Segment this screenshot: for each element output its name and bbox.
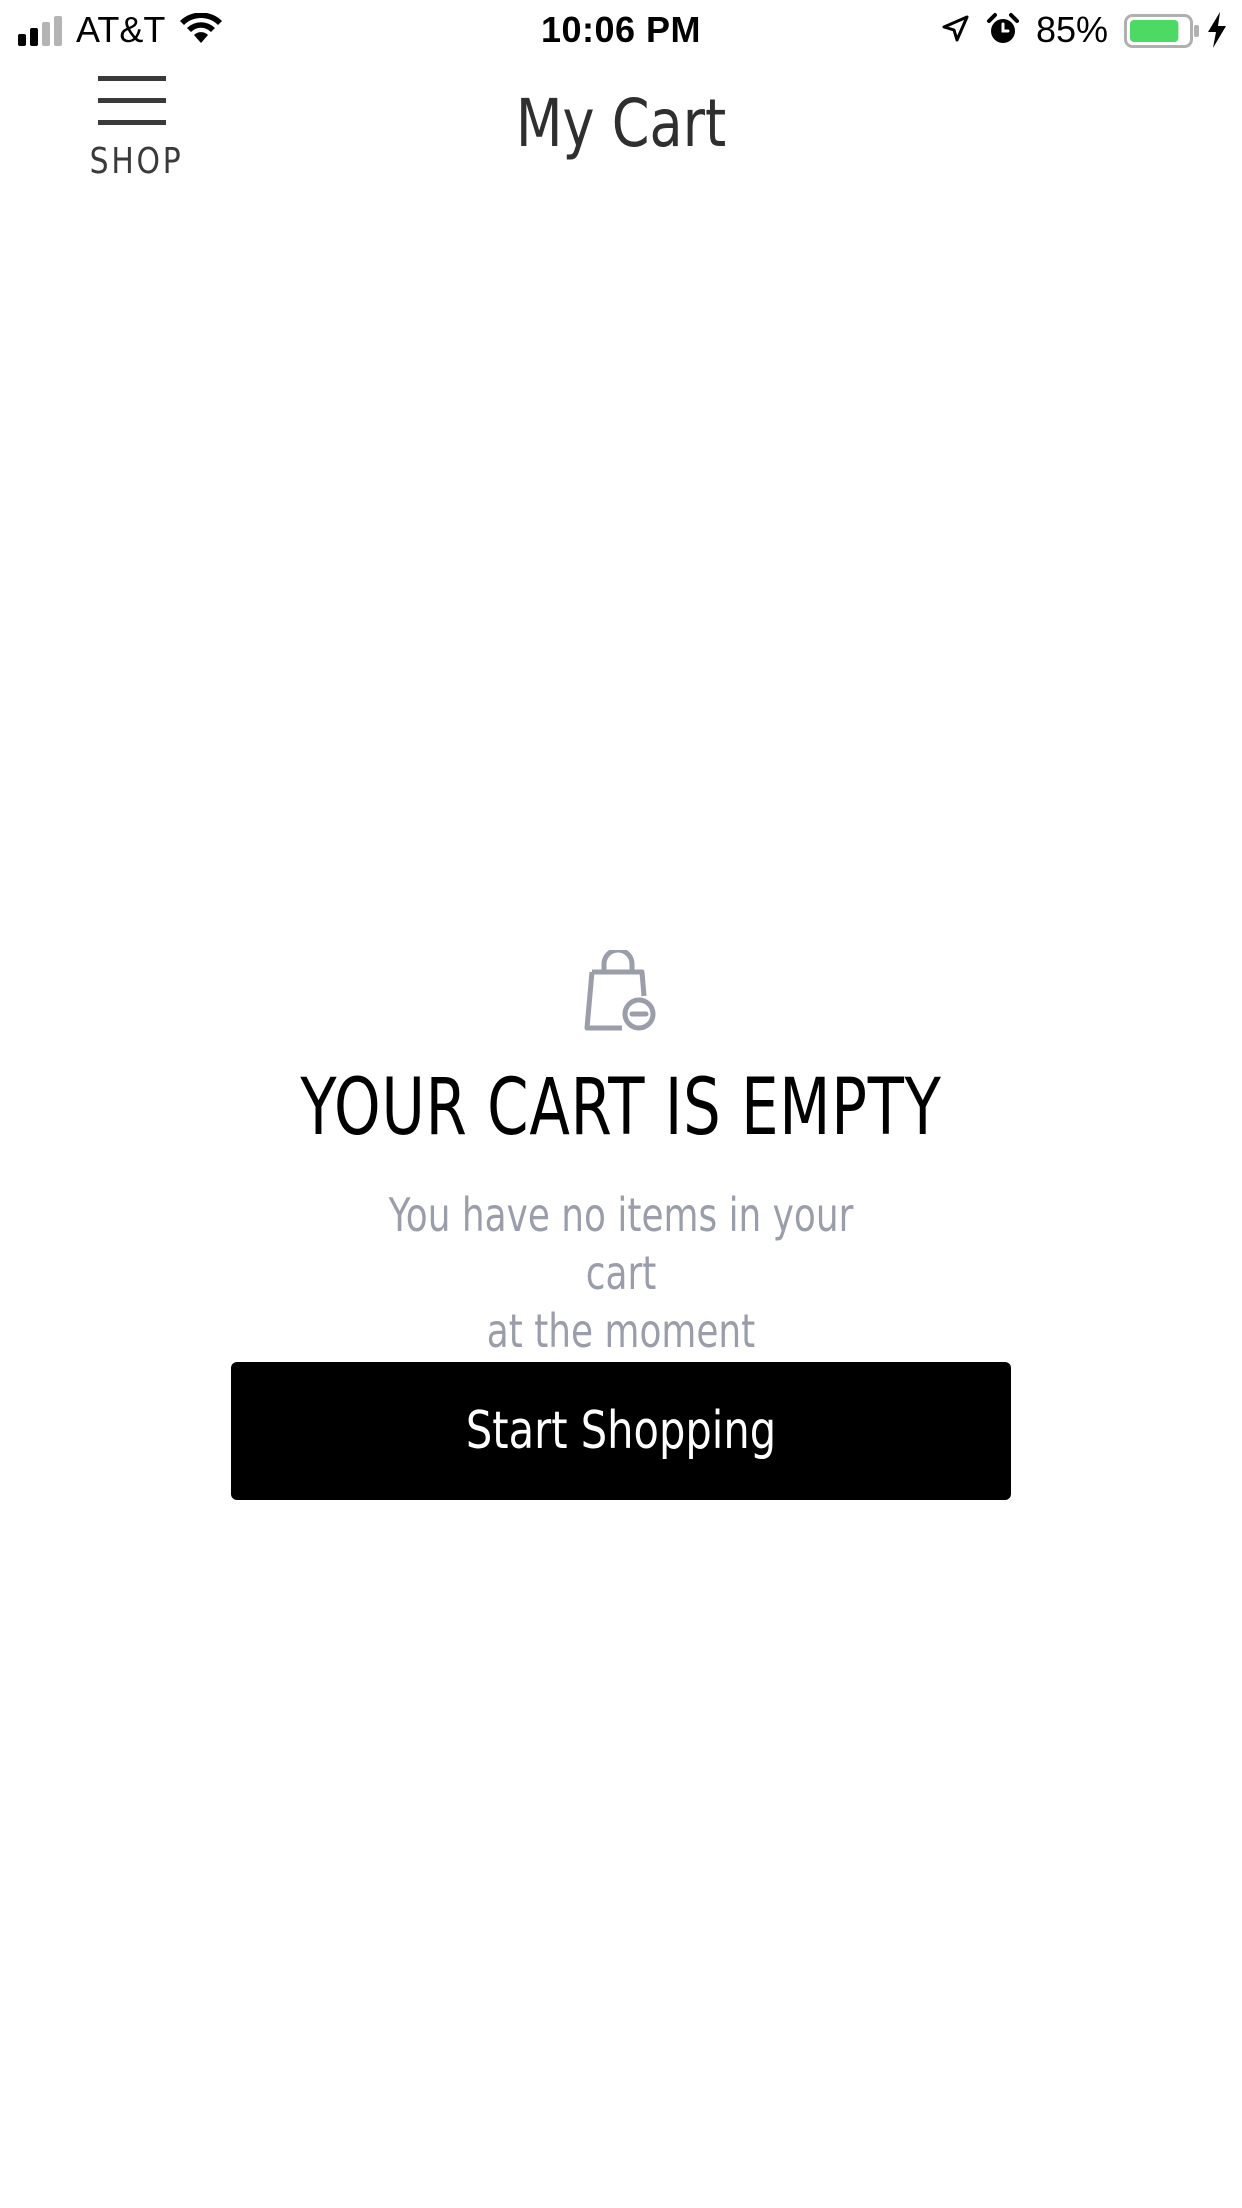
- empty-cart-title: YOUR CART IS EMPTY: [300, 1063, 942, 1153]
- battery-percentage: 85%: [1036, 9, 1109, 50]
- location-arrow-icon: [942, 15, 969, 42]
- page-title: My Cart: [515, 85, 727, 162]
- empty-cart-message-line2: at the moment: [486, 1304, 756, 1358]
- status-bar: AT&T 10:06 PM 85%: [0, 0, 1242, 60]
- empty-cart-message: You have no items in your cart at the mo…: [348, 1186, 894, 1360]
- battery-icon: [1124, 14, 1199, 48]
- alarm-clock-icon: [987, 13, 1019, 43]
- empty-cart-message-line1: You have no items in your cart: [388, 1188, 854, 1300]
- start-shopping-button[interactable]: Start Shopping: [231, 1362, 1011, 1500]
- start-shopping-label: Start Shopping: [465, 1401, 777, 1461]
- app-header: SHOP My Cart: [0, 60, 1242, 190]
- charging-bolt-icon: [1208, 12, 1226, 48]
- shopping-bag-minus-icon: [584, 950, 656, 1031]
